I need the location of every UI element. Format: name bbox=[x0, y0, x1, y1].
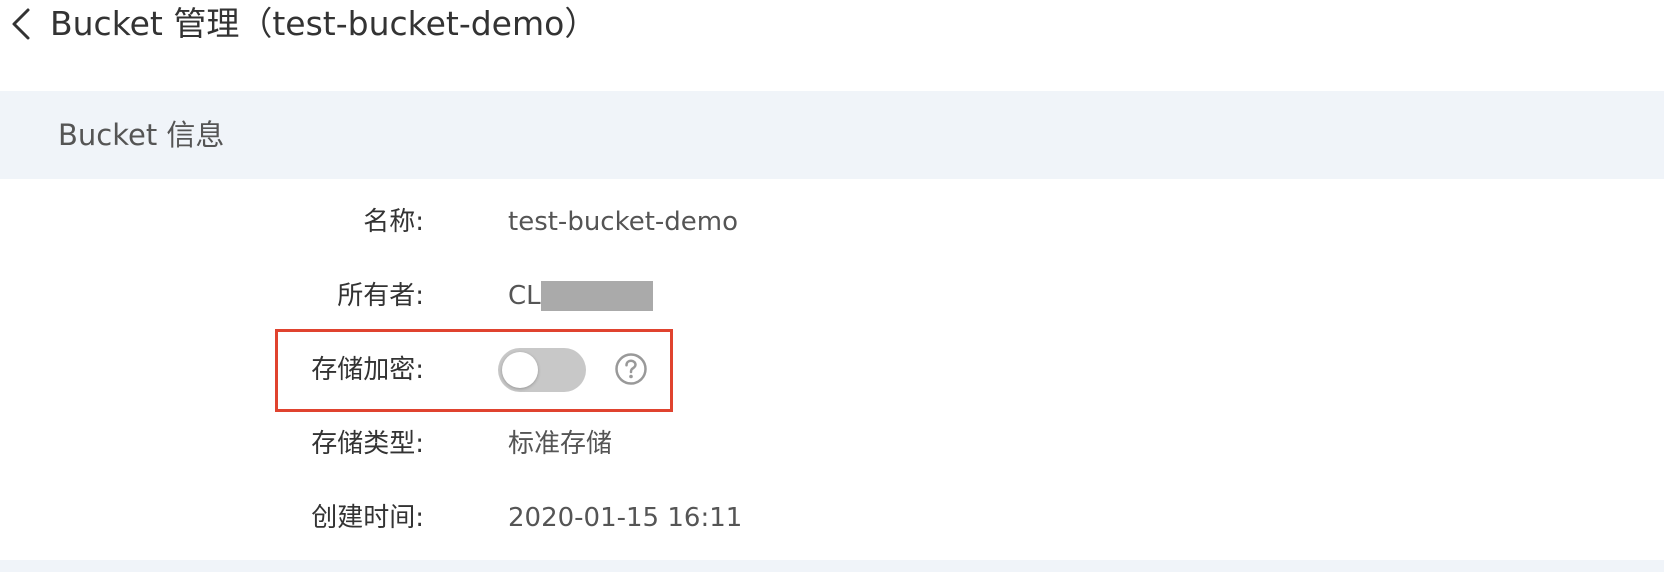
question-circle-icon[interactable] bbox=[614, 352, 648, 386]
field-row-storage-type: 存储类型: 标准存储 bbox=[0, 414, 1664, 474]
created-label: 创建时间: bbox=[311, 503, 424, 533]
owner-value: CL bbox=[508, 281, 541, 311]
chevron-left-icon bbox=[12, 8, 30, 40]
storage-type-value: 标准存储 bbox=[508, 429, 613, 459]
back-button[interactable] bbox=[6, 4, 38, 44]
field-row-created: 创建时间: 2020-01-15 16:11 bbox=[0, 488, 1664, 548]
encryption-label: 存储加密: bbox=[311, 355, 424, 385]
field-row-name: 名称: test-bucket-demo bbox=[0, 192, 1664, 252]
encryption-toggle[interactable] bbox=[498, 348, 586, 392]
section-bottom-divider bbox=[0, 560, 1664, 572]
field-row-owner: 所有者: CL bbox=[0, 266, 1664, 326]
field-row-encryption: 存储加密: bbox=[0, 340, 1664, 400]
created-value: 2020-01-15 16:11 bbox=[508, 503, 743, 533]
storage-type-label: 存储类型: bbox=[311, 429, 424, 459]
name-value: test-bucket-demo bbox=[508, 207, 739, 237]
page-title: Bucket 管理（test-bucket-demo） bbox=[50, 4, 598, 43]
owner-redaction bbox=[541, 281, 653, 311]
owner-label: 所有者: bbox=[337, 281, 424, 311]
toggle-knob bbox=[502, 352, 538, 388]
name-label: 名称: bbox=[363, 207, 424, 237]
section-header: Bucket 信息 bbox=[0, 91, 1664, 179]
section-title: Bucket 信息 bbox=[58, 118, 225, 152]
